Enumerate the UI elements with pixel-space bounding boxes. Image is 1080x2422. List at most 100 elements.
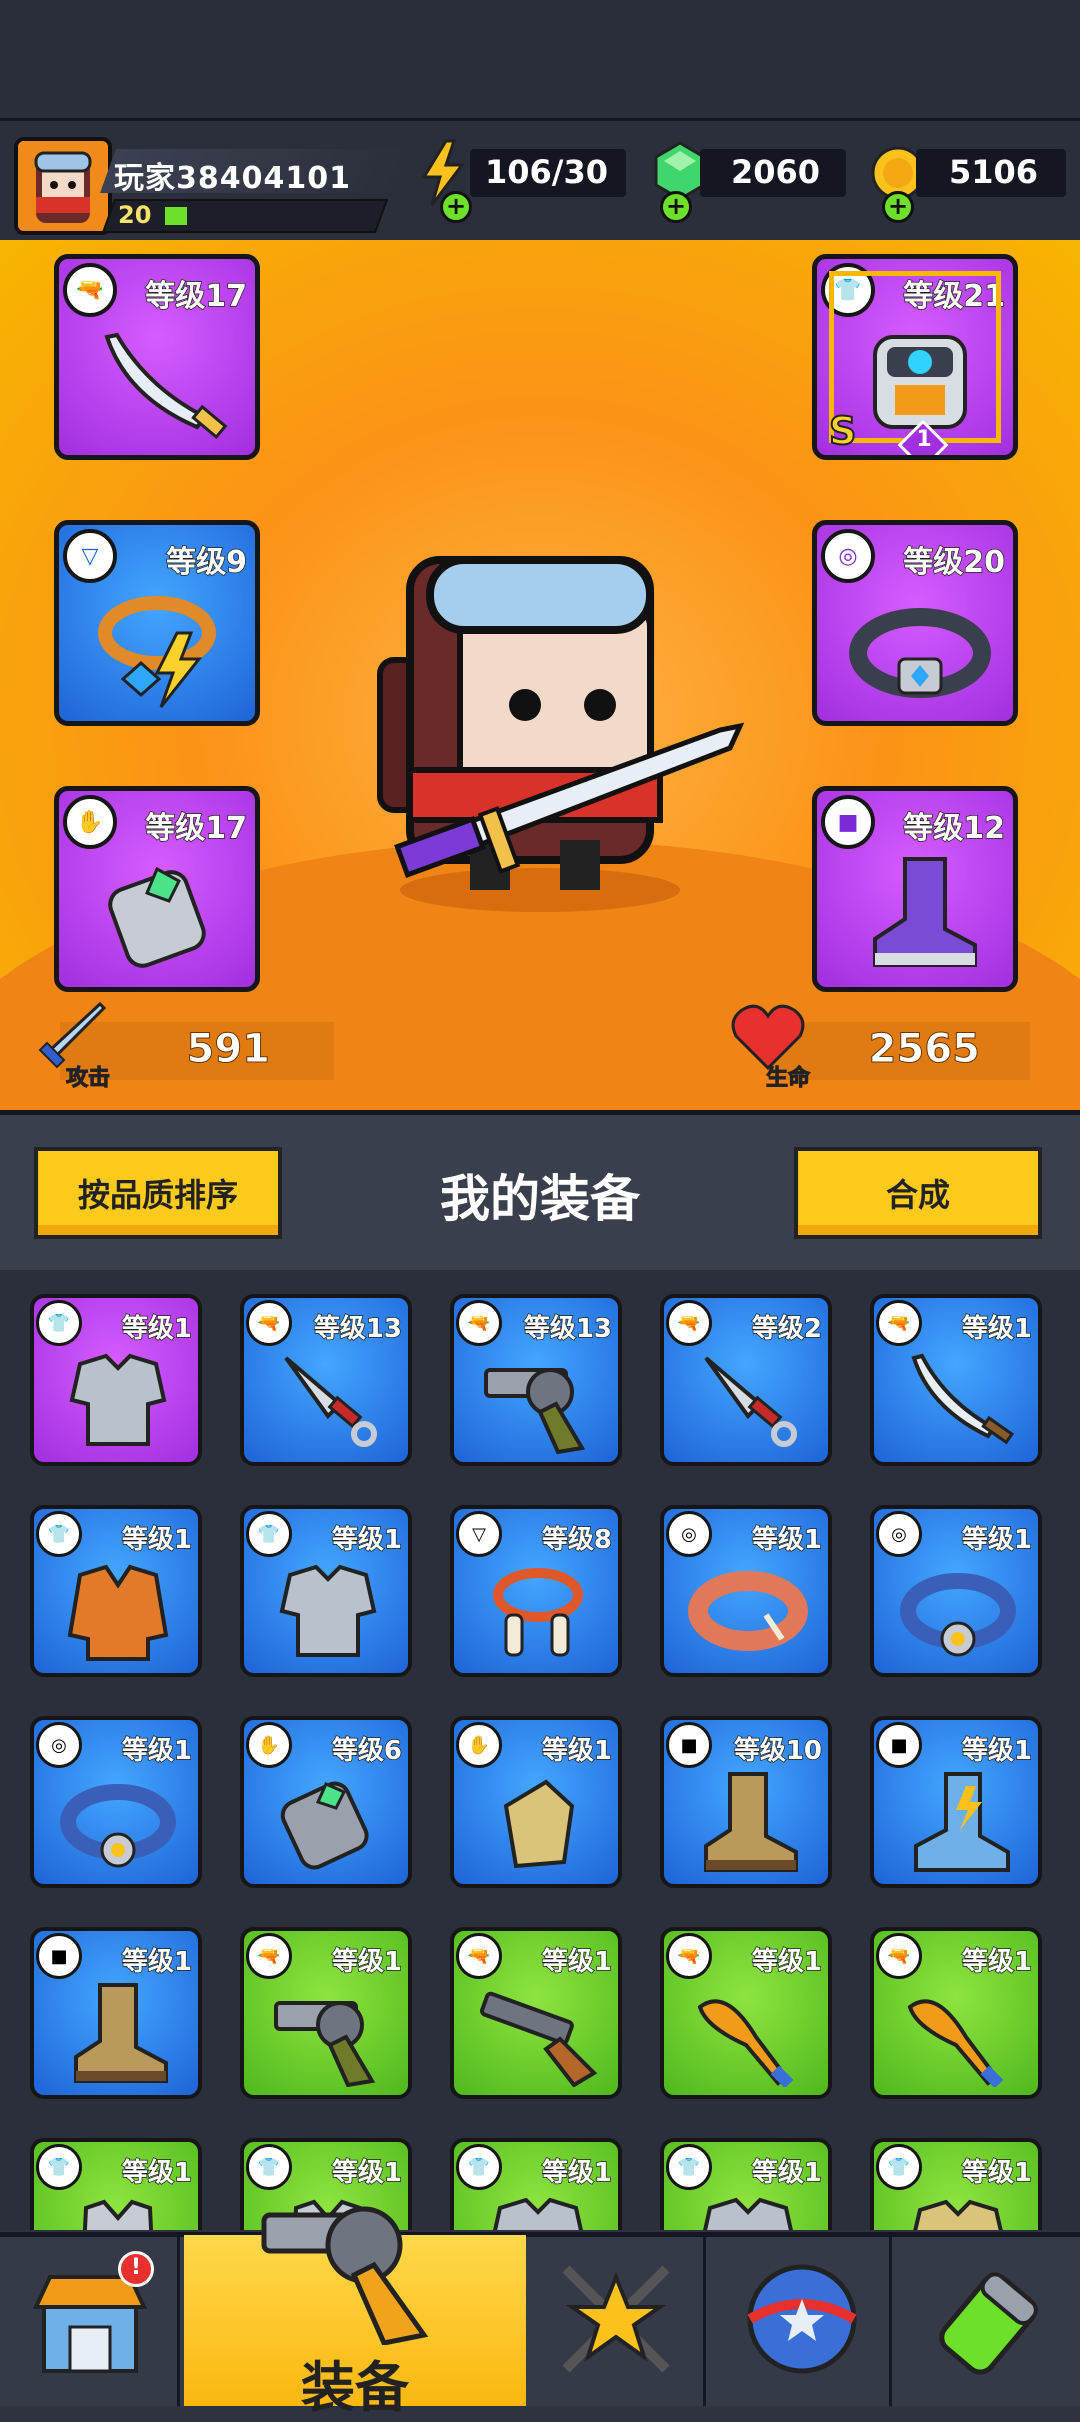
boots-category-icon: ■	[876, 1722, 922, 1768]
status-bar	[0, 0, 1080, 118]
item-level: 等级1	[961, 1946, 1033, 1978]
necklace-slot[interactable]: ▽ 等级9	[54, 520, 260, 726]
kunai-icon	[704, 1356, 797, 1447]
inventory-item[interactable]: 👕 等级1	[30, 1505, 202, 1677]
item-level: 等级13	[313, 1313, 403, 1345]
item-level: 等级1	[751, 1946, 823, 1978]
inventory-item[interactable]: 👕 等级1	[240, 1505, 412, 1677]
inventory-item[interactable]: 👕 等级1	[30, 2138, 202, 2230]
boot-icon	[74, 1983, 168, 2083]
revolver-icon	[261, 2206, 429, 2345]
item-level: 等级1	[961, 1313, 1033, 1345]
weapon-category-icon: 🔫	[876, 1933, 922, 1979]
bone-necklace-icon	[493, 1568, 583, 1657]
inventory-item[interactable]: ✋ 等级6	[240, 1716, 412, 1888]
inventory-item[interactable]: ◎ 等级1	[660, 1505, 832, 1677]
gloves-category-icon: ✋	[63, 795, 117, 849]
inventory-item[interactable]: 🔫 等级1	[870, 1294, 1042, 1466]
hp-label: 生命	[765, 1066, 811, 1092]
belt-category-icon: ◎	[876, 1511, 922, 1557]
my-equipment-title: 我的装备	[440, 1170, 640, 1228]
vest-icon	[82, 2199, 154, 2230]
nav-evolution[interactable]	[898, 2237, 1078, 2406]
star-count: 1	[916, 427, 932, 452]
dna-capsule-icon	[939, 2272, 1038, 2375]
bottom-nav: ! 装备	[0, 2206, 1080, 2419]
inventory-item[interactable]: 🔫 等级1	[660, 1927, 832, 2099]
inventory-item[interactable]: 🔫 等级1	[870, 1927, 1042, 2099]
belt-icon	[60, 1784, 176, 1868]
inventory-item[interactable]: 🔫 等级13	[240, 1294, 412, 1466]
player-name: 玩家38404101	[114, 161, 351, 196]
armor-category-icon: 👕	[36, 2144, 82, 2190]
weapon-category-icon: 🔫	[666, 1300, 712, 1346]
armor-slot[interactable]: 👕 等级21 S 1	[812, 254, 1018, 460]
attack-value: 591	[186, 1026, 271, 1073]
belt-category-icon: ◎	[36, 1722, 82, 1768]
add-gems-button[interactable]: +	[660, 191, 692, 223]
hero-character	[377, 556, 745, 912]
belt-icon	[849, 608, 991, 698]
armor-category-icon: 👕	[456, 2144, 502, 2190]
avatar[interactable]	[14, 137, 112, 235]
attack-label: 攻击	[65, 1066, 111, 1092]
inventory-item[interactable]: ■ 等级1	[30, 1927, 202, 2099]
boots-category-icon: ■	[666, 1722, 712, 1768]
shop-notification-badge: !	[118, 2251, 154, 2287]
nav-equipment-label: 装备	[301, 2356, 409, 2419]
boot-icon	[873, 857, 977, 967]
add-energy-button[interactable]: +	[440, 191, 472, 223]
item-level: 等级1	[121, 1524, 193, 1556]
necklace-slot-level: 等级9	[165, 544, 247, 581]
scimitar-icon	[911, 1353, 1015, 1445]
inventory-item[interactable]: 🔫 等级2	[660, 1294, 832, 1466]
inventory-item[interactable]: ✋ 等级1	[450, 1716, 622, 1888]
inventory-item[interactable]: 🔫 等级1	[240, 1927, 412, 2099]
inventory-item[interactable]: 🔫 等级13	[450, 1294, 622, 1466]
inventory-item[interactable]: 👕 等级1	[660, 2138, 832, 2230]
boots-slot[interactable]: ■ 等级12	[812, 786, 1018, 992]
inventory-item[interactable]: 👕 等级1	[870, 2138, 1042, 2230]
nav-events[interactable]	[712, 2237, 892, 2406]
energy-value: 106/30	[484, 153, 608, 191]
amulet-icon	[98, 596, 216, 708]
inventory-item[interactable]: 🔫 等级1	[450, 1927, 622, 2099]
sneaker-icon	[914, 1772, 1010, 1872]
nav-shop[interactable]: !	[0, 2237, 180, 2406]
belt-category-icon: ◎	[666, 1511, 712, 1557]
gem-value: 2060	[730, 153, 820, 191]
add-coins-button[interactable]: +	[882, 191, 914, 223]
item-level: 等级1	[751, 2157, 823, 2189]
inventory-item[interactable]: ■ 等级1	[870, 1716, 1042, 1888]
gloves-slot[interactable]: ✋ 等级17	[54, 786, 260, 992]
inventory-item[interactable]: 👕 等级1	[30, 1294, 202, 1466]
item-level: 等级6	[331, 1735, 403, 1767]
armor-category-icon: 👕	[246, 1511, 292, 1557]
jacket-icon	[67, 1564, 169, 1661]
item-level: 等级10	[733, 1735, 823, 1767]
boots-slot-level: 等级12	[903, 810, 1006, 847]
belt-slot-level: 等级20	[903, 544, 1006, 581]
inventory-item[interactable]: ◎ 等级1	[870, 1505, 1042, 1677]
item-level: 等级1	[121, 1946, 193, 1978]
belt-icon	[900, 1573, 1016, 1657]
inventory-item[interactable]: ■ 等级10	[660, 1716, 832, 1888]
glove-icon	[503, 1779, 575, 1869]
nav-equipment[interactable]: 装备	[184, 2206, 526, 2419]
sort-by-quality-button[interactable]: 按品质排序	[34, 1147, 282, 1239]
belt-slot[interactable]: ◎ 等级20	[812, 520, 1018, 726]
item-level: 等级2	[751, 1313, 823, 1345]
inventory-item[interactable]: 👕 等级1	[450, 2138, 622, 2230]
armor-category-icon: 👕	[876, 2144, 922, 2190]
nav-talents[interactable]	[526, 2237, 706, 2406]
weapon-slot[interactable]: 🔫 等级17	[54, 254, 260, 460]
merge-button[interactable]: 合成	[794, 1147, 1042, 1239]
star-swords-icon	[562, 2265, 670, 2373]
inventory-item[interactable]: ▽ 等级8	[450, 1505, 622, 1677]
item-level: 等级1	[961, 1524, 1033, 1556]
inventory-item[interactable]: ◎ 等级1	[30, 1716, 202, 1888]
weapon-category-icon: 🔫	[456, 1300, 502, 1346]
hp-value: 2565	[868, 1026, 980, 1073]
item-level: 等级1	[121, 1735, 193, 1767]
item-level: 等级1	[961, 1735, 1033, 1767]
